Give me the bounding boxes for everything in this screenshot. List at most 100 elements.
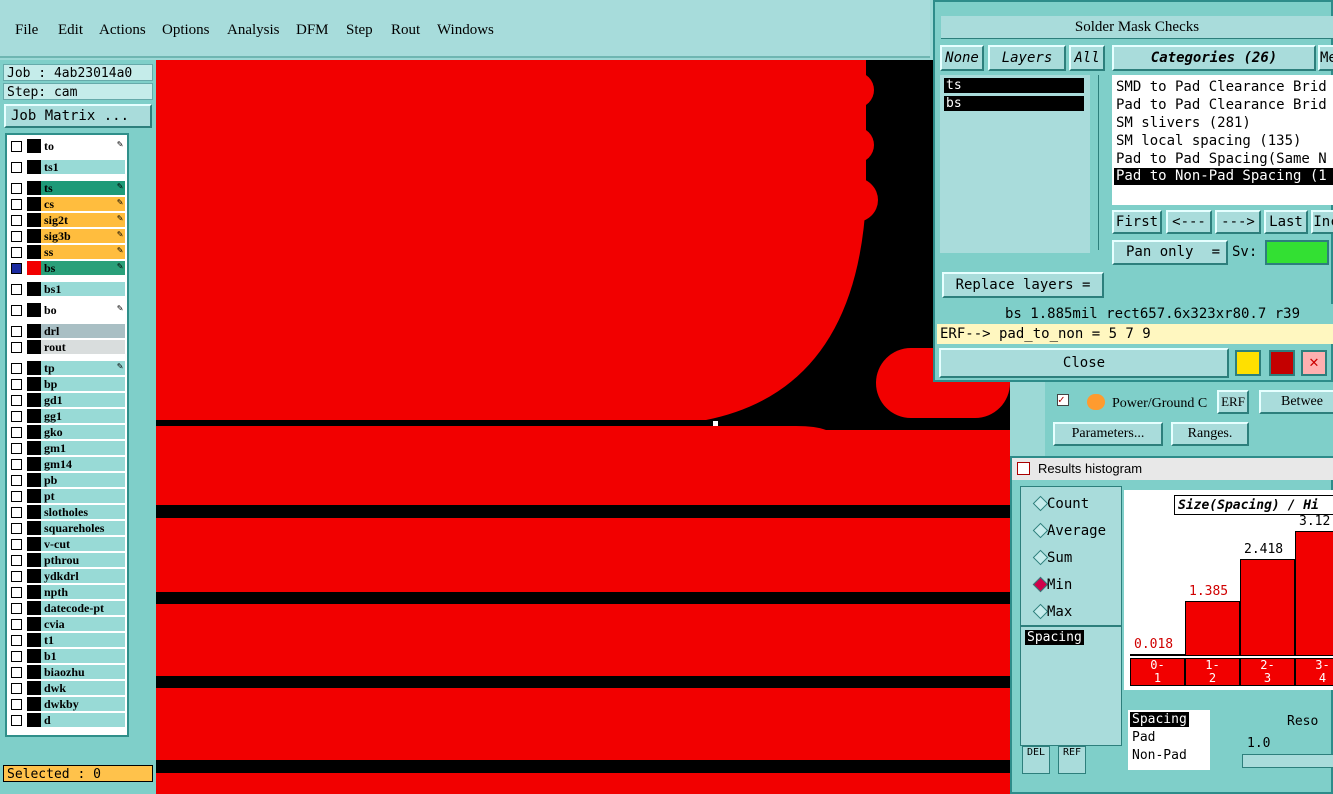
replace-layers-dropdown[interactable]: Replace layers = xyxy=(942,272,1104,298)
category-item[interactable]: Pad to Pad Spacing(Same N xyxy=(1116,151,1327,167)
layer-row[interactable]: biaozhu xyxy=(7,665,125,679)
job-matrix-button[interactable]: Job Matrix ... xyxy=(4,104,152,128)
layer-row[interactable]: to ✎ xyxy=(7,139,125,153)
checkbox[interactable]: ✓ xyxy=(1057,394,1069,406)
category-item[interactable]: Pad to Pad Clearance Brid xyxy=(1116,97,1327,113)
layer-name[interactable]: cs xyxy=(41,197,125,211)
category-item-selected[interactable]: Pad to Non-Pad Spacing (1 xyxy=(1114,168,1333,185)
layer-row[interactable]: bs ✎ xyxy=(7,261,125,275)
parameters-button[interactable]: Parameters... xyxy=(1053,422,1163,446)
layer-checkbox[interactable] xyxy=(11,199,22,210)
layer-row[interactable]: bo ✎ xyxy=(7,303,125,317)
layer-checkbox[interactable] xyxy=(11,603,22,614)
layer-name[interactable]: ts1 xyxy=(41,160,125,174)
layer-name[interactable]: datecode-pt xyxy=(41,601,125,615)
next-button[interactable]: ---> xyxy=(1215,210,1261,234)
layer-name[interactable]: pthrou xyxy=(41,553,125,567)
layer-checkbox[interactable] xyxy=(11,305,22,316)
prev-button[interactable]: <--- xyxy=(1166,210,1212,234)
layer-row[interactable]: npth xyxy=(7,585,125,599)
layer-name[interactable]: ydkdrl xyxy=(41,569,125,583)
between-option[interactable]: Betwee xyxy=(1259,390,1333,414)
layer-row[interactable]: tp ✎ xyxy=(7,361,125,375)
layer-checkbox[interactable] xyxy=(11,215,22,226)
layer-row[interactable]: gko xyxy=(7,425,125,439)
layer-name[interactable]: d xyxy=(41,713,125,727)
layer-checkbox[interactable] xyxy=(11,475,22,486)
first-button[interactable]: First xyxy=(1112,210,1162,234)
histogram-bar[interactable] xyxy=(1130,654,1185,656)
layer-row[interactable]: bp xyxy=(7,377,125,391)
layer-name[interactable]: npth xyxy=(41,585,125,599)
layer-checkbox[interactable] xyxy=(11,635,22,646)
layer-checkbox[interactable] xyxy=(11,651,22,662)
close-button[interactable]: Close xyxy=(939,348,1229,378)
layer-checkbox[interactable] xyxy=(11,284,22,295)
radio-min[interactable] xyxy=(1032,576,1049,593)
layer-row[interactable]: rout xyxy=(7,340,125,354)
layer-row[interactable]: cvia xyxy=(7,617,125,631)
layer-checkbox[interactable] xyxy=(11,507,22,518)
field-spacing[interactable]: Spacing xyxy=(1025,630,1084,645)
radio-max[interactable] xyxy=(1032,603,1049,620)
layer-checkbox[interactable] xyxy=(11,427,22,438)
layer-checkbox[interactable] xyxy=(11,183,22,194)
layer-row[interactable]: ts ✎ xyxy=(7,181,125,195)
layer-row[interactable]: v-cut xyxy=(7,537,125,551)
layer-name[interactable]: dwk xyxy=(41,681,125,695)
last-button[interactable]: Last xyxy=(1264,210,1308,234)
layer-item-bs[interactable]: bs xyxy=(944,96,1084,111)
layer-checkbox[interactable] xyxy=(11,699,22,710)
layer-name[interactable]: t1 xyxy=(41,633,125,647)
category-item[interactable]: SM slivers (281) xyxy=(1116,115,1251,131)
me-button[interactable]: Me xyxy=(1318,45,1333,71)
layer-checkbox[interactable] xyxy=(11,539,22,550)
layer-checkbox[interactable] xyxy=(11,443,22,454)
histogram-bar[interactable] xyxy=(1185,601,1240,656)
layer-name[interactable]: ss xyxy=(41,245,125,259)
color-picker[interactable] xyxy=(1265,240,1329,265)
layer-row[interactable]: gd1 xyxy=(7,393,125,407)
layer-checkbox[interactable] xyxy=(11,162,22,173)
layer-row[interactable]: d xyxy=(7,713,125,727)
layer-checkbox[interactable] xyxy=(11,379,22,390)
layer-name[interactable]: sig3b xyxy=(41,229,125,243)
layer-name[interactable]: dwkby xyxy=(41,697,125,711)
layer-row[interactable]: slotholes xyxy=(7,505,125,519)
menu-windows[interactable]: Windows xyxy=(437,22,494,39)
layer-checkbox[interactable] xyxy=(11,141,22,152)
reso-slider[interactable] xyxy=(1242,754,1333,768)
layer-row[interactable]: drl xyxy=(7,324,125,338)
layer-checkbox[interactable] xyxy=(11,326,22,337)
layer-name[interactable]: bp xyxy=(41,377,125,391)
layer-checkbox[interactable] xyxy=(11,619,22,630)
layer-row[interactable]: dwk xyxy=(7,681,125,695)
layer-checkbox[interactable] xyxy=(11,247,22,258)
layer-name[interactable]: gm14 xyxy=(41,457,125,471)
layer-checkbox[interactable] xyxy=(11,571,22,582)
layer-checkbox[interactable] xyxy=(11,231,22,242)
layer-name[interactable]: rout xyxy=(41,340,125,354)
layer-checkbox[interactable] xyxy=(11,395,22,406)
layer-row[interactable]: gm1 xyxy=(7,441,125,455)
layer-checkbox[interactable] xyxy=(11,683,22,694)
del-button[interactable]: DEL xyxy=(1022,746,1050,774)
layer-name[interactable]: cvia xyxy=(41,617,125,631)
menu-analysis[interactable]: Analysis xyxy=(227,22,280,39)
layer-name[interactable]: bs1 xyxy=(41,282,125,296)
inc-button[interactable]: Inc xyxy=(1311,210,1333,234)
erf-button[interactable]: ERF xyxy=(1217,390,1249,414)
layer-name[interactable]: squareholes xyxy=(41,521,125,535)
layer-row[interactable]: sig2t ✎ xyxy=(7,213,125,227)
flag-icon[interactable] xyxy=(1269,350,1295,376)
radio-sum[interactable] xyxy=(1032,549,1049,566)
histogram-bar[interactable] xyxy=(1295,531,1333,656)
menu-options[interactable]: Options xyxy=(162,22,210,39)
layer-row[interactable]: sig3b ✎ xyxy=(7,229,125,243)
layer-row[interactable]: t1 xyxy=(7,633,125,647)
menu-edit[interactable]: Edit xyxy=(58,22,83,39)
filter-spacing[interactable]: Spacing xyxy=(1130,712,1189,727)
menu-step[interactable]: Step xyxy=(346,22,373,39)
layer-row[interactable]: datecode-pt xyxy=(7,601,125,615)
layer-checkbox[interactable] xyxy=(11,459,22,470)
